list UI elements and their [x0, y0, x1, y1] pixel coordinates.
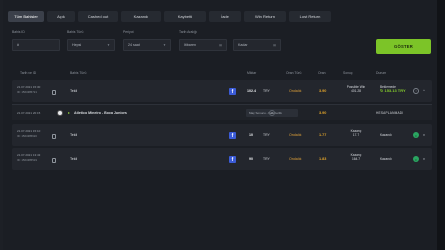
tab-lost[interactable]: Kaybetti	[164, 11, 206, 22]
chevron-down-icon[interactable]: v	[423, 156, 425, 161]
tab-lost-return[interactable]: Lost Return	[289, 11, 331, 22]
date-range-label: Tarih Aralığı	[179, 30, 197, 34]
row-odds-type: Ondalık	[289, 133, 302, 137]
col-date-id: Tarih ve ID	[20, 71, 37, 75]
row-status: Kazandı	[380, 133, 392, 137]
row-odds-type: Ondalık	[289, 89, 302, 93]
bet-id-value: #	[17, 43, 19, 47]
row-bet-type: Tekli	[70, 89, 78, 93]
row-id: ID: 1564385721	[17, 90, 37, 94]
row-cashout-value[interactable]: ↻ 153.13 TRY	[380, 88, 406, 93]
period-label: Periyot	[123, 30, 134, 34]
facebook-icon[interactable]: f	[229, 156, 236, 163]
selection-match[interactable]: Atletico Mineiro - Boca Juniors	[74, 111, 127, 115]
tab-won[interactable]: Kazandı	[121, 11, 161, 22]
row-currency: TRY	[263, 157, 270, 161]
selection-status: HESAPLANMADI	[376, 111, 404, 115]
row-result-value: 17.7	[352, 133, 360, 138]
col-odds: Oran	[318, 71, 326, 75]
chevron-down-icon[interactable]: v	[423, 132, 425, 137]
show-button[interactable]: GÖSTER	[376, 39, 431, 54]
date-from-value: Itibaren	[184, 43, 196, 47]
selection-date: 21.07.2021 20:15	[17, 111, 41, 115]
chevron-down-icon: ▼	[163, 43, 166, 47]
selection-odds: 3.90	[319, 111, 327, 115]
calendar-icon: ▤	[273, 43, 276, 47]
col-result: Sonuç	[343, 71, 353, 75]
bet-type-value: Hepsi	[72, 43, 82, 47]
sport-indicator-icon: ▸	[68, 110, 71, 115]
facebook-icon[interactable]: f	[229, 132, 236, 139]
period-value: 24 saat	[128, 43, 140, 47]
app-frame: Tüm Bahisler Açık Cashed out Kazandı Kay…	[0, 0, 445, 250]
row-id: ID: 1564385519	[17, 158, 37, 162]
row-date: 21.07.2021 15:30	[17, 85, 41, 89]
info-icon[interactable]: !	[413, 88, 419, 94]
row-odds: 3.90	[319, 89, 327, 93]
bet-selection-row: 21.07.2021 20:15 ▸ Atletico Mineiro - Bo…	[12, 104, 432, 120]
bet-id-label: Bahis ID	[12, 30, 25, 34]
row-date: 21.07.2021 15:10	[17, 129, 41, 133]
copy-icon[interactable]	[52, 90, 56, 95]
football-icon	[57, 110, 63, 116]
tab-win-return[interactable]: Win Return	[244, 11, 286, 22]
row-odds-type: Ondalık	[289, 157, 302, 161]
row-bet-type: Tekli	[70, 157, 78, 161]
date-to-input[interactable]: Kadar ▤	[233, 39, 281, 51]
date-from-input[interactable]: Itibaren ▤	[179, 39, 227, 51]
row-date: 21.07.2021 13:43	[17, 153, 41, 157]
col-status: Durum	[376, 71, 387, 75]
table-row[interactable]: 21.07.2021 15:10 ID: 1564385620 Tekli f …	[12, 124, 432, 146]
calendar-icon: ▤	[219, 43, 222, 47]
copy-icon[interactable]	[52, 158, 56, 163]
row-bet-type: Tekli	[70, 133, 78, 137]
selection-market-text: Maç Sonucu - Beraberlik	[249, 111, 282, 115]
date-to-value: Kadar	[238, 43, 248, 47]
row-result: Kazanç 17.7	[341, 129, 371, 138]
status-tabs: Tüm Bahisler Açık Cashed out Kazandı Kay…	[8, 11, 331, 22]
table-row[interactable]: 21.07.2021 13:43 ID: 1564385519 Tekli f …	[12, 148, 432, 170]
row-status: Kazandı	[380, 157, 392, 161]
table-row[interactable]: 21.07.2021 15:30 ID: 1564385721 Tekli f …	[12, 80, 432, 102]
row-result-value: 164.7	[352, 157, 360, 162]
row-currency: TRY	[263, 89, 270, 93]
col-odds-type: Oran Türü	[286, 71, 302, 75]
bet-id-input[interactable]: #	[12, 39, 60, 51]
tab-open[interactable]: Açık	[47, 11, 75, 22]
row-result-value: 401.28	[351, 89, 361, 94]
check-icon: •	[413, 156, 419, 162]
row-amount: 90	[249, 157, 253, 161]
chevron-down-icon: ▼	[107, 43, 110, 47]
copy-icon[interactable]	[52, 134, 56, 139]
row-odds: 1.77	[319, 133, 327, 137]
tab-all-bets[interactable]: Tüm Bahisler	[8, 11, 44, 22]
bet-type-label: Bahis Türü	[67, 30, 84, 34]
col-bet-type: Bahis Türü	[70, 71, 87, 75]
tab-refund[interactable]: İade	[209, 11, 241, 22]
period-select[interactable]: 24 saat ▼	[123, 39, 171, 51]
row-result: Possible Win 401.28	[341, 85, 371, 94]
row-amount: 10	[249, 133, 253, 137]
row-status: Beklemede ↻ 153.13 TRY	[380, 85, 406, 94]
scrollbar-track[interactable]	[437, 0, 445, 250]
stats-icon[interactable]: ⊙	[269, 110, 275, 116]
tab-cashed-out[interactable]: Cashed out	[78, 11, 118, 22]
col-amount: Miktar	[247, 71, 257, 75]
row-amount: 102.4	[247, 89, 256, 93]
table-header: Tarih ve ID Bahis Türü Miktar Oran Türü …	[12, 68, 432, 80]
facebook-icon[interactable]: f	[229, 88, 236, 95]
row-odds: 1.83	[319, 157, 327, 161]
bet-type-select[interactable]: Hepsi ▼	[67, 39, 115, 51]
row-currency: TRY	[263, 133, 270, 137]
chevron-up-icon[interactable]: ^	[423, 88, 425, 93]
row-id: ID: 1564385620	[17, 134, 37, 138]
row-result: Kazanç 164.7	[341, 153, 371, 162]
check-icon: •	[413, 132, 419, 138]
